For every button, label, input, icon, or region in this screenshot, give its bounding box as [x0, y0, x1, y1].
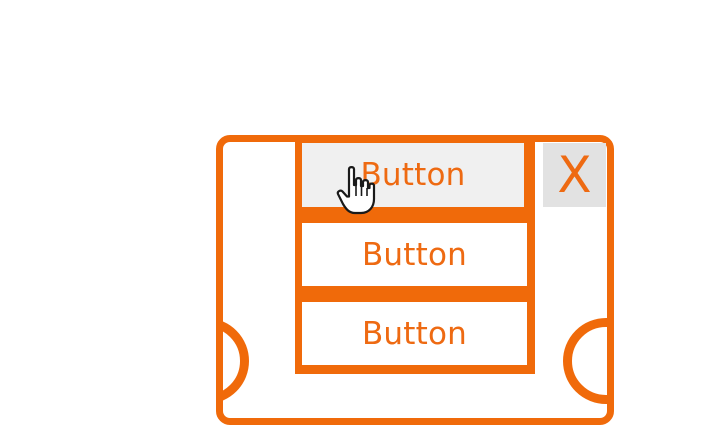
ring-decoration-icon-right — [563, 318, 607, 404]
menu-button-3[interactable]: Button — [302, 302, 527, 365]
hand-pointer-icon — [336, 166, 376, 215]
close-button[interactable]: X — [543, 143, 606, 207]
menu-button-2[interactable]: Button — [302, 223, 527, 286]
button-list: Button Button Button — [295, 136, 535, 374]
ring-decoration-icon-left — [223, 318, 249, 404]
